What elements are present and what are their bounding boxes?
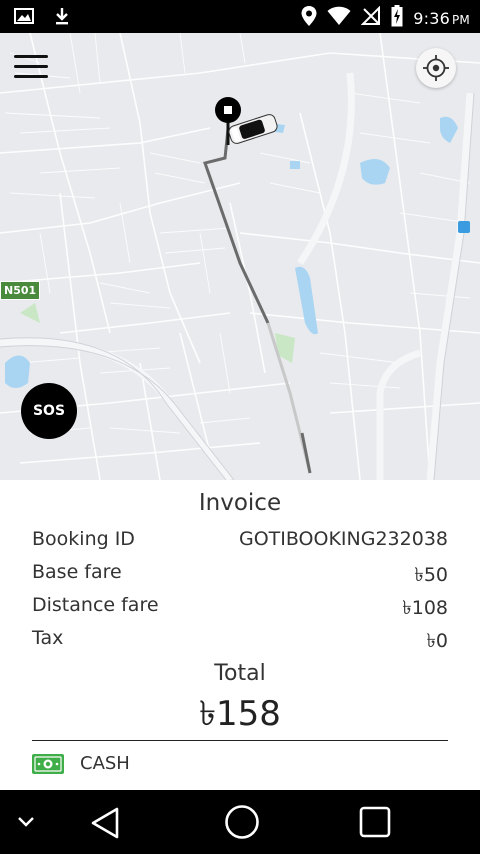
download-icon — [52, 6, 72, 30]
time-value: 9:36 — [413, 8, 450, 28]
row-value: ৳0 — [426, 630, 448, 652]
crosshair-icon — [423, 55, 449, 81]
row-value: ৳50 — [414, 564, 448, 586]
recents-button[interactable] — [358, 805, 392, 843]
invoice-row-booking-id: Booking ID GOTIBOOKING232038 — [32, 528, 448, 550]
back-triangle-icon — [91, 807, 119, 839]
clock-time: 9:36 PM — [413, 9, 470, 28]
map-view[interactable]: N501 SOS — [0, 33, 480, 480]
invoice-row-base-fare: Base fare ৳50 — [32, 561, 448, 593]
back-button[interactable] — [88, 805, 124, 845]
battery-charging-icon — [391, 5, 403, 31]
no-signal-icon — [360, 5, 381, 30]
total-label: Total — [214, 661, 266, 686]
divider — [32, 740, 448, 741]
recents-square-icon — [359, 806, 391, 838]
road-label-badge: N501 — [0, 281, 41, 300]
gallery-icon — [14, 6, 34, 30]
row-label: Booking ID — [32, 528, 135, 550]
invoice-row-tax: Tax ৳0 — [32, 627, 448, 659]
row-value: GOTIBOOKING232038 — [238, 528, 448, 550]
system-navigation-bar — [0, 790, 480, 854]
car-icon — [228, 114, 278, 144]
total-value: ৳158 — [199, 694, 281, 734]
time-ampm: PM — [452, 12, 470, 27]
cash-icon — [32, 753, 64, 774]
wifi-icon — [327, 6, 351, 30]
my-location-button[interactable] — [416, 48, 456, 88]
row-label: Base fare — [32, 561, 122, 583]
row-value: ৳108 — [402, 597, 448, 619]
location-pin-icon — [301, 6, 317, 30]
sos-button[interactable]: SOS — [21, 383, 77, 439]
hide-keyboard-button[interactable] — [12, 810, 40, 838]
payment-method-label: CASH — [80, 753, 130, 774]
invoice-title: Invoice — [198, 490, 282, 516]
row-label: Distance fare — [32, 594, 159, 616]
chevron-down-icon — [18, 817, 34, 827]
invoice-panel: Invoice Booking ID GOTIBOOKING232038 Bas… — [0, 480, 480, 790]
menu-button[interactable] — [14, 55, 50, 81]
payment-method: CASH — [32, 753, 130, 774]
home-circle-icon — [225, 805, 259, 839]
row-label: Tax — [32, 627, 64, 649]
home-button[interactable] — [223, 803, 261, 845]
status-bar: 9:36 PM — [0, 0, 480, 33]
invoice-row-distance-fare: Distance fare ৳108 — [32, 594, 448, 626]
